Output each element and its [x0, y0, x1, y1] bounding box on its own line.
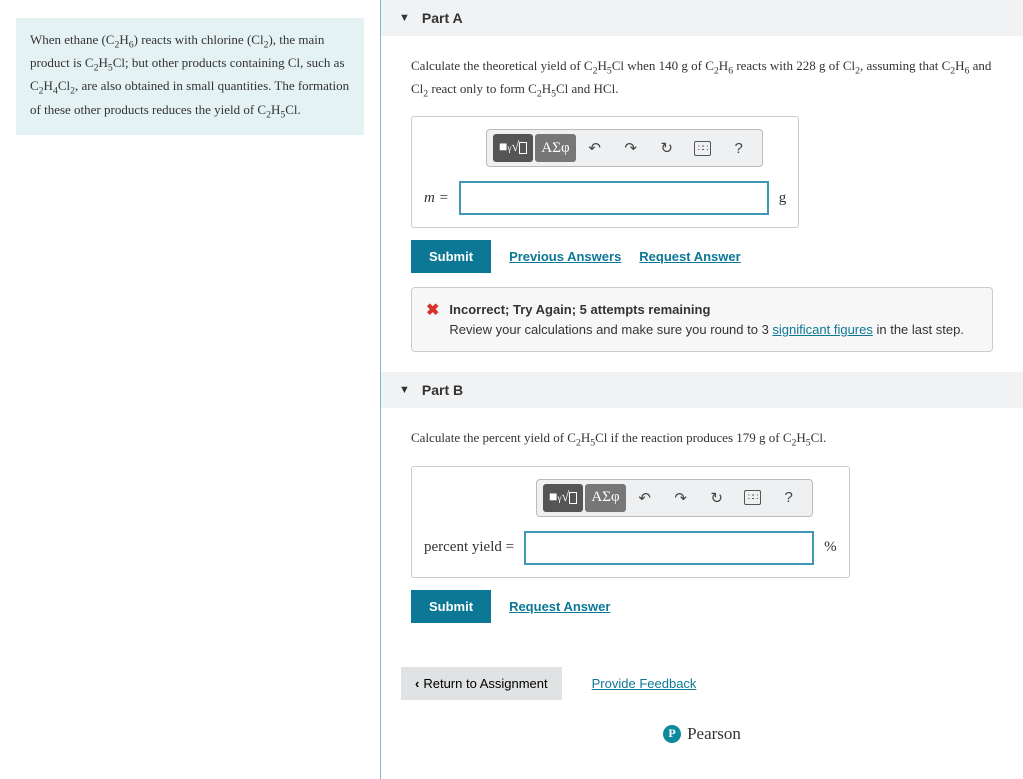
part-b-request-answer-link[interactable]: Request Answer: [509, 599, 610, 614]
collapse-icon: ▼: [399, 12, 410, 24]
pearson-branding: P Pearson: [381, 724, 1023, 744]
pearson-logo-icon: P: [663, 725, 681, 743]
part-b-prompt: Calculate the percent yield of C2H5Cl if…: [411, 428, 993, 451]
part-a-unit: g: [779, 190, 787, 207]
part-b-unit: %: [824, 539, 837, 556]
part-b-answer-input[interactable]: [524, 531, 814, 565]
part-a-prompt: Calculate the theoretical yield of C2H5C…: [411, 56, 993, 102]
keyboard-button[interactable]: ∷∷: [686, 134, 720, 162]
collapse-icon: ▼: [399, 384, 410, 396]
significant-figures-link[interactable]: significant figures: [772, 322, 872, 337]
keyboard-icon: ∷∷: [744, 490, 761, 505]
part-a-request-answer-link[interactable]: Request Answer: [639, 249, 740, 264]
part-a-answer-box: ■γ√ ΑΣφ ↶ ↷ ↻ ∷∷ ? m = g: [411, 116, 799, 228]
intro-box: When ethane (C2H6) reacts with chlorine …: [16, 18, 364, 135]
provide-feedback-link[interactable]: Provide Feedback: [592, 676, 697, 691]
feedback-box: ✖ Incorrect; Try Again; 5 attempts remai…: [411, 287, 993, 352]
undo-button[interactable]: ↶: [578, 134, 612, 162]
return-to-assignment-button[interactable]: ‹ Return to Assignment: [401, 667, 562, 700]
part-b-header[interactable]: ▼ Part B: [381, 372, 1023, 408]
greek-button[interactable]: ΑΣφ: [535, 134, 575, 162]
part-a-answer-input[interactable]: [459, 181, 769, 215]
part-b-title: Part B: [422, 382, 463, 398]
part-a-submit-button[interactable]: Submit: [411, 240, 491, 273]
equation-toolbar-a: ■γ√ ΑΣφ ↶ ↷ ↻ ∷∷ ?: [486, 129, 763, 167]
equation-toolbar-b: ■γ√ ΑΣφ ↶ ↷ ↻ ∷∷ ?: [536, 479, 813, 517]
undo-button[interactable]: ↶: [628, 484, 662, 512]
keyboard-icon: ∷∷: [694, 141, 711, 156]
return-label: Return to Assignment: [423, 676, 547, 691]
part-b-answer-box: ■γ√ ΑΣφ ↶ ↷ ↻ ∷∷ ? percent yield = %: [411, 466, 850, 578]
redo-button[interactable]: ↷: [664, 484, 698, 512]
redo-button[interactable]: ↷: [614, 134, 648, 162]
previous-answers-link[interactable]: Previous Answers: [509, 249, 621, 264]
templates-button[interactable]: ■γ√: [493, 134, 533, 162]
greek-button[interactable]: ΑΣφ: [585, 484, 625, 512]
intro-text: When ethane (C2H6) reacts with chlorine …: [30, 32, 349, 117]
help-button[interactable]: ?: [772, 484, 806, 512]
part-a-header[interactable]: ▼ Part A: [381, 0, 1023, 36]
reset-button[interactable]: ↻: [700, 484, 734, 512]
part-a-body: Calculate the theoretical yield of C2H5C…: [381, 36, 1023, 372]
keyboard-button[interactable]: ∷∷: [736, 484, 770, 512]
feedback-body: Review your calculations and make sure y…: [449, 320, 964, 340]
help-button[interactable]: ?: [722, 134, 756, 162]
part-b-body: Calculate the percent yield of C2H5Cl if…: [381, 408, 1023, 656]
part-b-submit-button[interactable]: Submit: [411, 590, 491, 623]
part-b-var-label: percent yield =: [424, 539, 514, 556]
part-a-title: Part A: [422, 10, 463, 26]
templates-button[interactable]: ■γ√: [543, 484, 583, 512]
part-a-var-label: m =: [424, 190, 449, 207]
chevron-left-icon: ‹: [415, 676, 419, 691]
feedback-title: Incorrect; Try Again; 5 attempts remaini…: [449, 300, 964, 320]
pearson-text: Pearson: [687, 724, 741, 744]
incorrect-icon: ✖: [426, 300, 439, 320]
reset-button[interactable]: ↻: [650, 134, 684, 162]
